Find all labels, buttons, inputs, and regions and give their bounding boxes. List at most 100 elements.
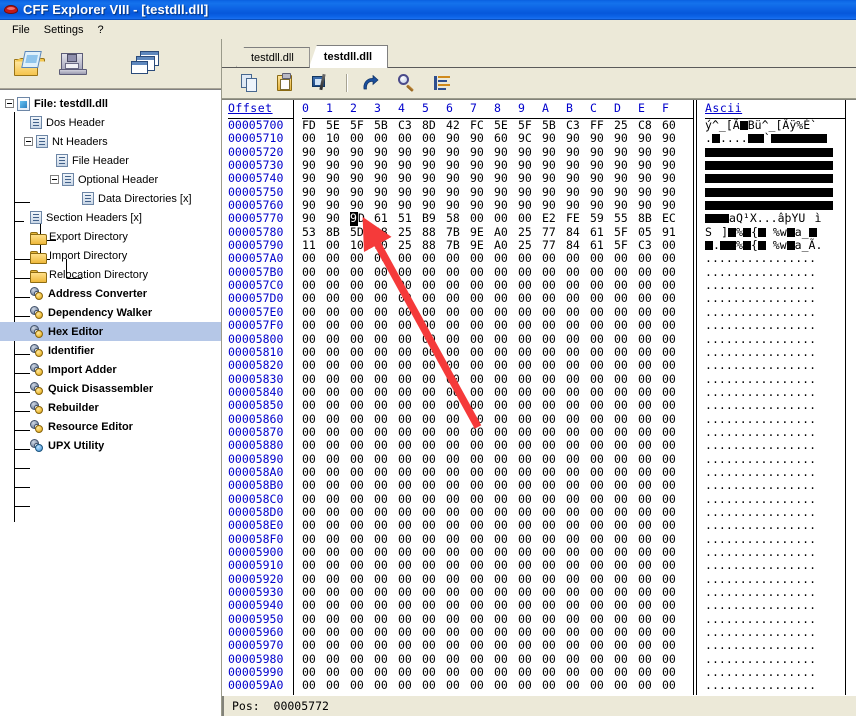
hex-byte[interactable]: 00 bbox=[422, 466, 446, 479]
windows-button[interactable] bbox=[124, 43, 168, 85]
hex-byte[interactable]: 00 bbox=[446, 559, 470, 572]
hex-byte[interactable]: 90 bbox=[566, 186, 590, 199]
hex-byte[interactable]: 00 bbox=[302, 666, 326, 679]
hex-byte[interactable]: 00 bbox=[518, 453, 542, 466]
hex-byte[interactable]: 51 bbox=[398, 212, 422, 225]
hex-byte[interactable]: 00 bbox=[590, 399, 614, 412]
hex-byte[interactable]: 00 bbox=[302, 533, 326, 546]
hex-byte[interactable]: 90 bbox=[494, 172, 518, 185]
hex-byte[interactable]: 7B bbox=[446, 239, 470, 252]
hex-byte[interactable]: 00 bbox=[470, 386, 494, 399]
hex-byte[interactable]: 00 bbox=[350, 279, 374, 292]
hex-byte[interactable]: 00 bbox=[422, 292, 446, 305]
hex-byte[interactable]: 90 bbox=[470, 172, 494, 185]
hex-byte[interactable]: 00 bbox=[566, 519, 590, 532]
sidebar-item-resource-editor[interactable]: Resource Editor bbox=[0, 417, 221, 436]
hex-byte[interactable]: 00 bbox=[614, 666, 638, 679]
hex-byte[interactable]: 00 bbox=[590, 292, 614, 305]
hex-byte[interactable]: 90 bbox=[566, 146, 590, 159]
hex-byte[interactable]: 00 bbox=[398, 679, 422, 692]
hex-byte[interactable]: 00 bbox=[470, 639, 494, 652]
hex-byte[interactable]: 00 bbox=[374, 306, 398, 319]
hex-byte[interactable]: 00 bbox=[638, 292, 662, 305]
hex-byte[interactable]: FC bbox=[470, 119, 494, 132]
hex-byte[interactable]: 00 bbox=[422, 266, 446, 279]
hex-byte[interactable]: 00 bbox=[566, 613, 590, 626]
hex-byte[interactable]: 00 bbox=[422, 252, 446, 265]
hex-byte[interactable]: 00 bbox=[374, 479, 398, 492]
hex-byte[interactable]: 00 bbox=[350, 453, 374, 466]
hex-byte[interactable]: 00 bbox=[518, 466, 542, 479]
hex-byte[interactable]: 00 bbox=[350, 346, 374, 359]
hex-byte[interactable]: 00 bbox=[566, 639, 590, 652]
hex-byte[interactable]: 00 bbox=[326, 333, 350, 346]
hex-byte[interactable]: 00 bbox=[422, 493, 446, 506]
hex-byte[interactable]: 00 bbox=[326, 266, 350, 279]
hex-byte[interactable]: 00 bbox=[350, 586, 374, 599]
hex-byte[interactable]: 00 bbox=[566, 653, 590, 666]
hex-byte[interactable]: 00 bbox=[638, 533, 662, 546]
hex-byte[interactable]: 00 bbox=[494, 493, 518, 506]
hex-byte[interactable]: 00 bbox=[422, 626, 446, 639]
hex-row[interactable]: 00000000000000000000000000000000 bbox=[302, 599, 693, 612]
hex-row[interactable]: 538B5D0825887B9EA0257784615F0591 bbox=[302, 226, 693, 239]
sidebar-item-identifier[interactable]: Identifier bbox=[0, 341, 221, 360]
hex-byte[interactable]: 00 bbox=[542, 279, 566, 292]
hex-byte[interactable]: 00 bbox=[326, 466, 350, 479]
hex-byte[interactable]: 00 bbox=[518, 439, 542, 452]
hex-byte[interactable]: 00 bbox=[518, 559, 542, 572]
hex-byte[interactable]: 00 bbox=[398, 426, 422, 439]
hex-byte[interactable]: 00 bbox=[326, 426, 350, 439]
hex-byte[interactable]: 90 bbox=[518, 172, 542, 185]
hex-byte[interactable]: 00 bbox=[470, 266, 494, 279]
hex-byte[interactable]: 00 bbox=[614, 319, 638, 332]
hex-byte[interactable]: 00 bbox=[494, 212, 518, 225]
hex-row[interactable]: 00000000000000000000000000000000 bbox=[302, 373, 693, 386]
hex-byte[interactable]: 00 bbox=[542, 439, 566, 452]
hex-byte[interactable]: 00 bbox=[494, 346, 518, 359]
hex-byte[interactable]: 90 bbox=[326, 212, 350, 225]
hex-byte[interactable]: 00 bbox=[326, 613, 350, 626]
hex-byte[interactable]: 00 bbox=[398, 439, 422, 452]
hex-byte[interactable]: 00 bbox=[326, 653, 350, 666]
hex-byte[interactable]: 00 bbox=[662, 333, 686, 346]
hex-byte[interactable]: 90 bbox=[422, 172, 446, 185]
hex-byte[interactable]: 00 bbox=[566, 599, 590, 612]
hex-byte[interactable]: 00 bbox=[398, 599, 422, 612]
hex-byte[interactable]: 90 bbox=[350, 146, 374, 159]
hex-row[interactable]: 00000000000000000000000000000000 bbox=[302, 292, 693, 305]
hex-byte[interactable]: 00 bbox=[494, 519, 518, 532]
hex-byte[interactable]: 00 bbox=[494, 279, 518, 292]
hex-byte[interactable]: 00 bbox=[638, 666, 662, 679]
hex-row[interactable]: 00000000000000000000000000000000 bbox=[302, 279, 693, 292]
hex-byte[interactable]: 25 bbox=[518, 239, 542, 252]
hex-byte[interactable]: 00 bbox=[494, 453, 518, 466]
hex-byte[interactable]: 00 bbox=[470, 559, 494, 572]
hex-byte[interactable]: 00 bbox=[662, 279, 686, 292]
hex-byte[interactable]: 00 bbox=[422, 479, 446, 492]
hex-byte[interactable]: 00 bbox=[638, 319, 662, 332]
hex-byte[interactable]: 5D bbox=[350, 226, 374, 239]
hex-byte[interactable]: 00 bbox=[470, 599, 494, 612]
hex-byte[interactable]: 00 bbox=[446, 519, 470, 532]
hex-byte[interactable]: 00 bbox=[590, 479, 614, 492]
hex-byte[interactable]: 00 bbox=[542, 533, 566, 546]
hex-byte[interactable]: 00 bbox=[590, 639, 614, 652]
hex-byte[interactable]: 00 bbox=[446, 466, 470, 479]
hex-byte[interactable]: 5F bbox=[350, 119, 374, 132]
hex-byte[interactable]: 00 bbox=[662, 506, 686, 519]
hex-byte[interactable]: 00 bbox=[566, 586, 590, 599]
hex-byte[interactable]: 00 bbox=[350, 626, 374, 639]
hex-byte[interactable]: 00 bbox=[542, 333, 566, 346]
hex-byte[interactable]: 9C bbox=[518, 132, 542, 145]
hex-byte[interactable]: 00 bbox=[422, 333, 446, 346]
hex-byte[interactable]: 90 bbox=[638, 146, 662, 159]
hex-byte[interactable]: 00 bbox=[326, 586, 350, 599]
hex-byte[interactable]: 00 bbox=[374, 573, 398, 586]
hex-byte[interactable]: 00 bbox=[350, 359, 374, 372]
tree-item-root[interactable]: File: testdll.dll bbox=[0, 94, 221, 113]
hex-byte[interactable]: 00 bbox=[590, 333, 614, 346]
hex-byte[interactable]: 00 bbox=[446, 292, 470, 305]
hex-byte[interactable]: 00 bbox=[446, 453, 470, 466]
hex-byte[interactable]: 00 bbox=[614, 346, 638, 359]
